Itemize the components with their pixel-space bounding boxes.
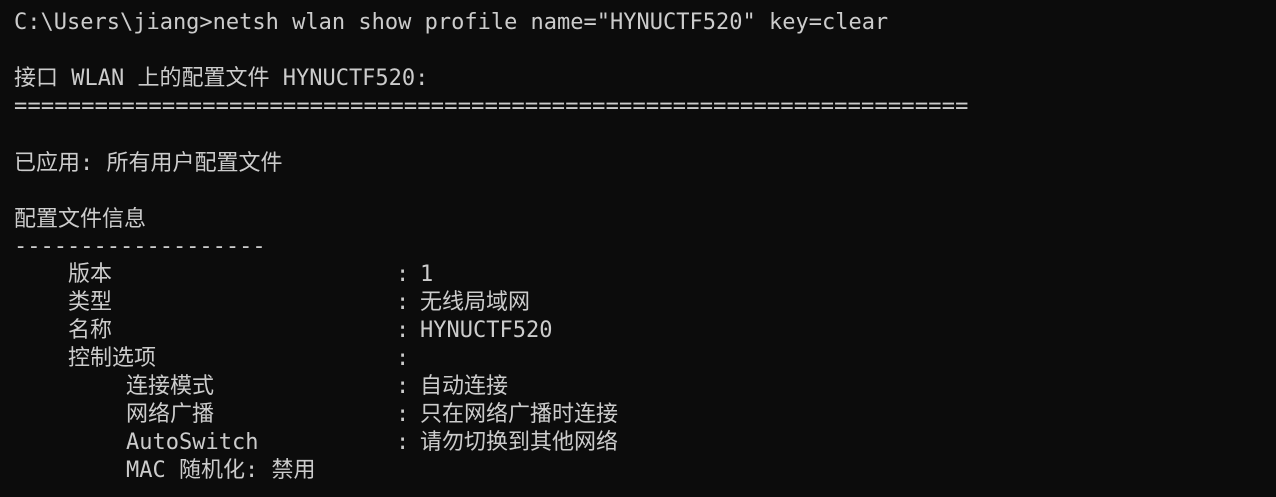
row-key: 版本 xyxy=(68,262,113,287)
subrow-value: 自动连接 xyxy=(420,374,509,399)
row-value: 无线局域网 xyxy=(420,290,531,315)
subrow-key: 网络广播 xyxy=(126,402,215,427)
subrow-colon: : xyxy=(396,430,410,455)
row-key: 名称 xyxy=(68,318,113,343)
row-colon: : xyxy=(396,262,410,287)
interface-header: 接口 WLAN 上的配置文件 HYNUCTF520: xyxy=(14,66,429,91)
section-title: 配置文件信息 xyxy=(14,207,147,232)
subrow-value: 只在网络广播时连接 xyxy=(420,402,619,427)
subrow-value: 请勿切换到其他网络 xyxy=(420,430,619,455)
subrow-key: AutoSwitch xyxy=(126,430,259,455)
row-key: 控制选项 xyxy=(68,346,157,371)
row-value: HYNUCTF520 xyxy=(420,318,553,343)
terminal-window[interactable]: C:\Users\jiang>netsh wlan show profile n… xyxy=(0,0,1276,497)
subrow-colon: : xyxy=(396,374,410,399)
row-colon: : xyxy=(396,346,410,371)
row-value: 1 xyxy=(420,262,434,287)
row-colon: : xyxy=(396,318,410,343)
row-colon: : xyxy=(396,290,410,315)
subrow-key: 连接模式 xyxy=(126,374,215,399)
separator-dashes: ------------------- xyxy=(14,234,266,259)
row-key: 类型 xyxy=(68,290,113,315)
command-line: C:\Users\jiang>netsh wlan show profile n… xyxy=(14,10,889,35)
applied-scope: 已应用: 所有用户配置文件 xyxy=(14,151,283,176)
subrow-colon: : xyxy=(396,402,410,427)
separator-equals: ========================================… xyxy=(14,94,969,119)
subrow-key: MAC 随机化: 禁用 xyxy=(126,458,316,483)
